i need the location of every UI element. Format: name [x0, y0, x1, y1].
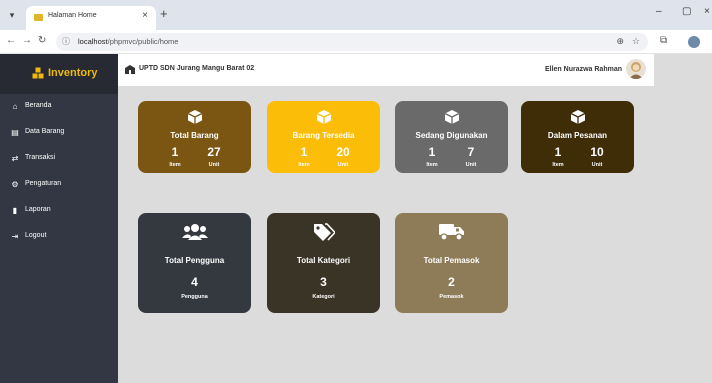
sidebar: Inventory ⌂ Beranda ▤ Data Barang ⇄ Tran… — [0, 54, 118, 383]
box-icon — [444, 110, 459, 124]
back-icon[interactable]: ← — [6, 35, 16, 46]
sidebar-item-logout[interactable]: ⇥ Logout — [0, 228, 118, 248]
school-icon — [125, 65, 135, 74]
user-name[interactable]: Ellen Nurazwa Rahman — [545, 66, 622, 73]
page-margin — [654, 54, 712, 86]
browser-tab[interactable]: Halaman Home × — [26, 6, 156, 30]
brand-name: Inventory — [48, 67, 98, 79]
tab-close-icon[interactable]: × — [142, 10, 148, 21]
exchange-icon: ⇄ — [11, 154, 19, 163]
card-total-pengguna[interactable]: Total Pengguna 4 Pengguna — [138, 213, 251, 313]
forward-icon[interactable]: → — [22, 35, 32, 46]
truck-icon — [438, 224, 464, 241]
unit-stat: 27 Unit — [207, 145, 221, 168]
card-title: Total Pemasok — [423, 256, 480, 265]
url-text[interactable]: localhost/phpmvc/public/home — [78, 37, 178, 46]
user-avatar-icon — [629, 62, 643, 79]
new-tab-icon[interactable]: + — [160, 6, 168, 21]
card-unit: Kategori — [312, 294, 335, 300]
restore-icon[interactable]: ▢ — [682, 6, 691, 17]
unit-stat: 10 Unit — [590, 145, 604, 168]
favicon-icon — [34, 14, 43, 21]
card-total-barang[interactable]: Total Barang 1 Item 27 Unit — [138, 101, 251, 173]
tags-icon — [313, 223, 335, 241]
card-title: Dalam Pesanan — [547, 131, 608, 140]
sidebar-item-data-barang[interactable]: ▤ Data Barang — [0, 124, 118, 144]
sidebar-item-laporan[interactable]: ▮ Laporan — [0, 202, 118, 222]
school-name: UPTD SDN Jurang Mangu Barat 02 — [139, 65, 255, 72]
sidebar-item-label: Beranda — [25, 102, 52, 109]
file-icon: ▮ — [12, 206, 18, 215]
card-value: 3 — [320, 275, 327, 289]
bookmark-star-icon[interactable]: ☆ — [632, 36, 640, 47]
tab-search-icon[interactable]: ▾ — [6, 9, 18, 21]
item-stat: 1 Item — [552, 145, 564, 168]
extensions-icon[interactable]: ⧉ — [660, 35, 667, 46]
card-value: 4 — [191, 275, 198, 289]
card-title: Total Kategori — [296, 256, 351, 265]
item-stat: 1 Item — [169, 145, 181, 168]
minimize-icon[interactable]: – — [656, 6, 662, 17]
brand[interactable]: Inventory — [0, 54, 118, 94]
box-icon — [570, 110, 585, 124]
card-unit: Pemasok — [439, 294, 464, 300]
card-title: Sedang Digunakan — [415, 131, 488, 140]
sidebar-item-pengaturan[interactable]: ⚙ Pengaturan — [0, 176, 118, 196]
item-stat: 1 Item — [298, 145, 310, 168]
card-title: Total Pengguna — [164, 256, 225, 265]
sidebar-item-beranda[interactable]: ⌂ Beranda — [0, 98, 118, 118]
profile-avatar-icon[interactable] — [688, 36, 700, 48]
card-total-kategori[interactable]: Total Kategori 3 Kategori — [267, 213, 380, 313]
card-title: Barang Tersedia — [292, 131, 355, 140]
home-icon: ⌂ — [12, 102, 18, 111]
top-navbar: UPTD SDN Jurang Mangu Barat 02 Ellen Nur… — [118, 54, 654, 86]
sidebar-item-label: Pengaturan — [25, 180, 62, 187]
item-stat: 1 Item — [426, 145, 438, 168]
logout-icon: ⇥ — [11, 232, 19, 241]
cogs-icon: ⚙ — [11, 180, 19, 189]
unit-stat: 20 Unit — [336, 145, 350, 168]
address-toolbar: ← → ↻ ⓘ localhost/phpmvc/public/home ⊕ ☆… — [0, 30, 712, 54]
card-value: 2 — [448, 275, 455, 289]
sidebar-item-label: Logout — [25, 232, 47, 239]
zoom-icon[interactable]: ⊕ — [616, 36, 624, 47]
card-sedang-digunakan[interactable]: Sedang Digunakan 1 Item 7 Unit — [395, 101, 508, 173]
card-unit: Pengguna — [181, 294, 208, 300]
url-bar[interactable]: ⓘ localhost/phpmvc/public/home ⊕ ☆ — [56, 33, 648, 51]
box-icon — [187, 110, 202, 124]
close-window-icon[interactable]: × — [704, 6, 710, 17]
card-title: Total Barang — [170, 131, 219, 140]
card-barang-tersedia[interactable]: Barang Tersedia 1 Item 20 Unit — [267, 101, 380, 173]
unit-stat: 7 Unit — [465, 145, 477, 168]
card-total-pemasok[interactable]: Total Pemasok 2 Pemasok — [395, 213, 508, 313]
box-icon — [316, 110, 331, 124]
sidebar-item-transaksi[interactable]: ⇄ Transaksi — [0, 150, 118, 170]
dashboard-content: Total Barang 1 Item 27 Unit Barang Tersedi… — [118, 86, 712, 383]
sidebar-item-label: Laporan — [25, 206, 51, 213]
browser-tabbar: ▾ Halaman Home × + – ▢ × — [0, 0, 712, 30]
users-icon — [181, 224, 208, 240]
boxes-icon — [32, 67, 44, 79]
tab-title: Halaman Home — [48, 12, 97, 19]
reload-icon[interactable]: ↻ — [38, 35, 46, 46]
sidebar-item-label: Data Barang — [25, 128, 65, 135]
sidebar-item-label: Transaksi — [25, 154, 56, 161]
avatar[interactable] — [626, 59, 646, 79]
database-icon: ▤ — [11, 128, 19, 137]
site-info-icon[interactable]: ⓘ — [62, 36, 70, 47]
card-dalam-pesanan[interactable]: Dalam Pesanan 1 Item 10 Unit — [521, 101, 634, 173]
